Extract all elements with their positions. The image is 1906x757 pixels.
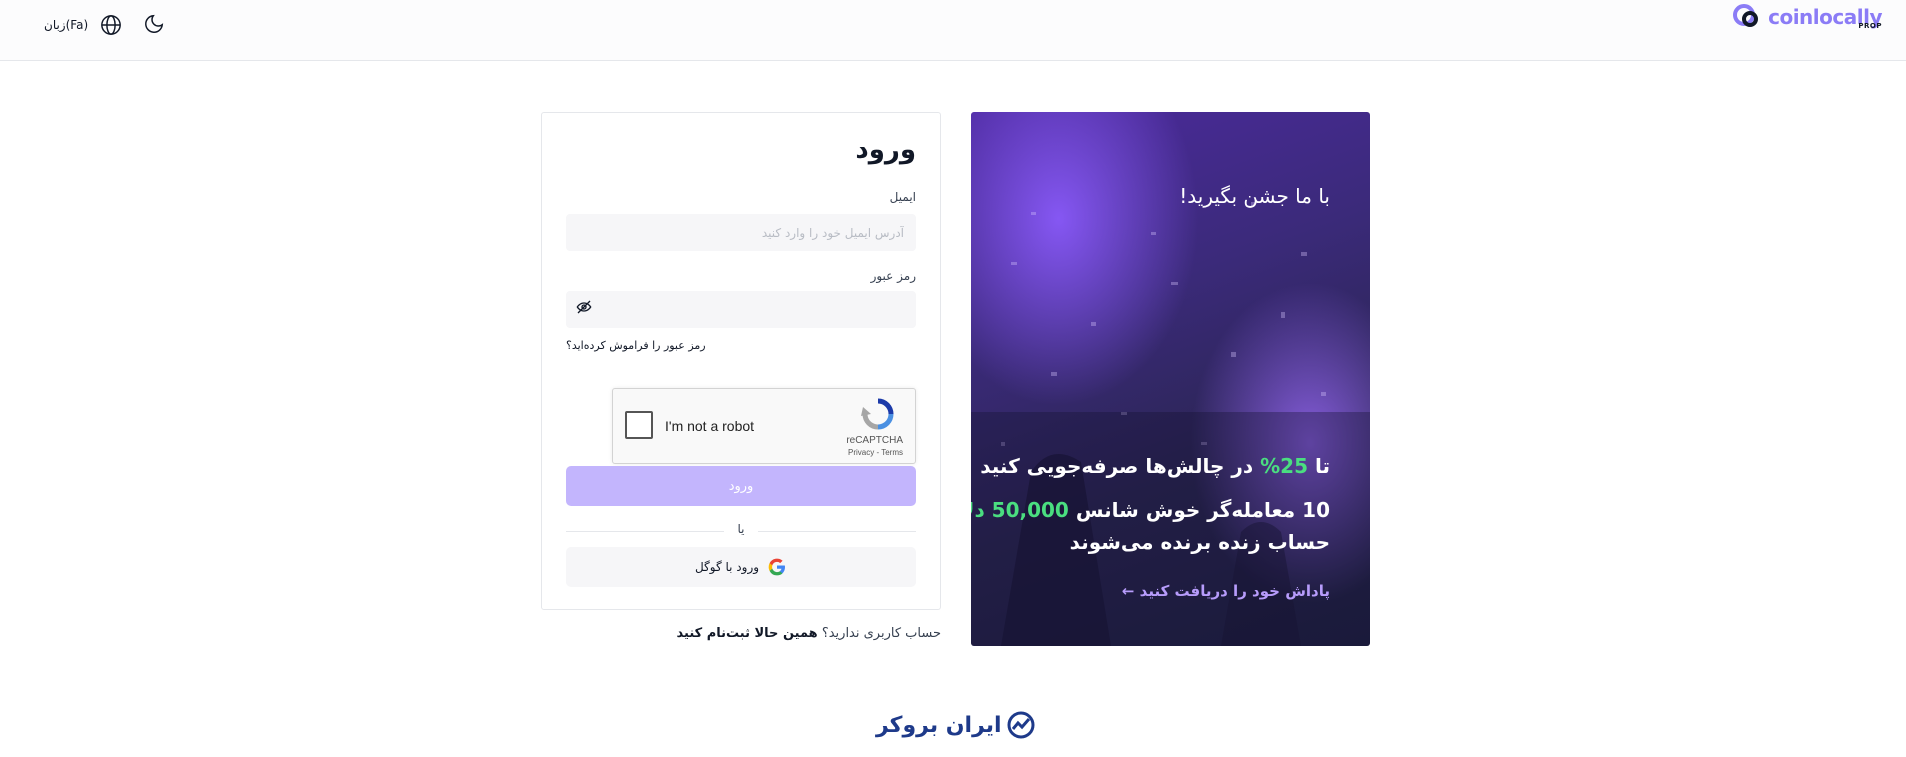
promo-prize-value: 50,000 دلار <box>971 498 1069 522</box>
recaptcha-links[interactable]: Privacy - Terms <box>848 448 903 457</box>
promo-prize-line: 10 معامله‌گر خوش شانس 50,000 دلار <box>971 498 1330 522</box>
password-label: رمز عبور <box>870 269 916 283</box>
coinlocally-logo-icon <box>1733 4 1759 27</box>
eye-off-icon[interactable] <box>576 299 592 315</box>
dark-mode-toggle[interactable] <box>139 9 169 39</box>
google-icon <box>768 558 786 576</box>
login-card: ورود ایمیل رمز عبور رمز عبور را فراموش ک… <box>541 112 941 610</box>
top-header: زبان(Fa) coinlocally PROP <box>0 0 1906 61</box>
email-input[interactable] <box>566 214 916 251</box>
globe-icon[interactable] <box>98 12 124 38</box>
promo-discount-line: تا 25% در چالش‌ها صرفه‌جویی کنید <box>980 454 1330 478</box>
signup-question: حساب کاربری ندارید؟ <box>821 626 941 641</box>
or-divider: یا <box>566 522 916 538</box>
language-switcher[interactable]: زبان(Fa) <box>44 12 124 38</box>
promo-line1-pre: تا <box>1314 454 1330 478</box>
divider-line <box>758 531 916 532</box>
email-label: ایمیل <box>889 190 916 204</box>
promo-line3: حساب زنده برنده می‌شوند <box>1069 530 1330 554</box>
promo-title: با ما جشن بگیرید! <box>1179 184 1330 208</box>
promo-banner[interactable]: با ما جشن بگیرید! تا 25% در چالش‌ها صرفه… <box>971 112 1370 646</box>
login-title: ورود <box>855 135 916 165</box>
recaptcha-checkbox[interactable] <box>625 411 653 439</box>
signup-prompt: حساب کاربری ندارید؟ همین حالا ثبت‌نام کن… <box>677 626 941 641</box>
promo-line2-pre: 10 معامله‌گر خوش شانس <box>1075 498 1330 522</box>
forgot-password-link[interactable]: رمز عبور را فراموش کرده‌اید؟ <box>566 339 706 352</box>
recaptcha-icon <box>861 398 894 430</box>
signup-link[interactable]: همین حالا ثبت‌نام کنید <box>677 626 818 641</box>
google-login-button[interactable]: ورود با گوگل <box>566 547 916 587</box>
google-login-label: ورود با گوگل <box>694 560 760 574</box>
language-label: زبان(Fa) <box>44 18 89 32</box>
coinlocally-logo[interactable]: coinlocally PROP <box>1732 2 1882 32</box>
promo-discount-value: 25% <box>1260 454 1308 478</box>
logo-wordmark: coinlocally PROP <box>1768 4 1882 30</box>
iranbroker-logo[interactable]: ایران بروکر <box>876 710 1036 740</box>
recaptcha-widget: I'm not a robot reCAPTCHA Privacy - Term… <box>612 388 916 464</box>
moon-icon <box>145 14 164 33</box>
logo-subtext: PROP <box>1858 22 1882 30</box>
iranbroker-text: ایران بروکر <box>876 712 1002 738</box>
promo-claim-link[interactable]: پاداش خود را دریافت کنید ← <box>1122 582 1330 600</box>
promo-line1-post: در چالش‌ها صرفه‌جویی کنید <box>980 454 1254 478</box>
login-submit-button[interactable]: ورود <box>566 466 916 506</box>
or-label: یا <box>737 522 745 536</box>
recaptcha-label: I'm not a robot <box>665 418 755 434</box>
password-input[interactable] <box>566 291 916 328</box>
iranbroker-logo-icon <box>1007 711 1035 739</box>
recaptcha-brand: reCAPTCHA <box>846 435 903 446</box>
